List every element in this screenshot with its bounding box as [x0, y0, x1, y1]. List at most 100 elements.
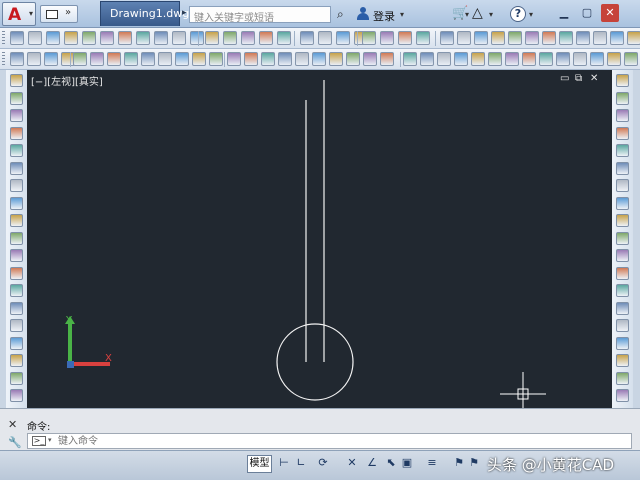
draw-tool-button-icon[interactable]	[10, 336, 23, 350]
binoculars-icon[interactable]: ⌕	[337, 7, 344, 22]
draw-tool-button-icon[interactable]	[10, 144, 23, 157]
modeling-tool-button-icon[interactable]	[610, 31, 624, 45]
view-tool-button-icon[interactable]	[141, 52, 155, 66]
chevron-down-icon[interactable]: ▾	[465, 10, 469, 19]
view-tool-button-icon[interactable]	[380, 52, 394, 66]
modeling-tool-button-icon[interactable]	[28, 31, 42, 45]
modeling-tool-button-icon[interactable]	[300, 31, 314, 45]
view-tool-button-icon[interactable]	[209, 52, 223, 66]
modeling-tool-button-icon[interactable]	[474, 31, 488, 45]
modeling-tool-button-icon[interactable]	[172, 31, 186, 45]
modeling-tool-button-icon[interactable]	[136, 31, 150, 45]
drawing-viewport[interactable]: [−][左视][真实] ▭ ⧉ ✕ Y X	[27, 70, 610, 408]
modeling-tool-button-icon[interactable]	[525, 31, 539, 45]
command-line[interactable]: >_ ▾	[27, 433, 632, 449]
help-button[interactable]: ?	[510, 6, 526, 22]
chevron-down-icon[interactable]: ▾	[489, 10, 493, 19]
view-tool-button-icon[interactable]	[607, 52, 621, 66]
modeling-tool-button-icon[interactable]	[457, 31, 471, 45]
view-tool-button-icon[interactable]	[27, 52, 41, 66]
view-tool-button-icon[interactable]	[346, 52, 360, 66]
view-tool-button-icon[interactable]	[107, 52, 121, 66]
close-icon[interactable]: ✕	[8, 418, 17, 431]
view-tool-button-icon[interactable]	[227, 52, 241, 66]
modify-tool-button-icon[interactable]	[616, 214, 629, 227]
wrench-icon[interactable]: 🔧	[8, 436, 22, 449]
close-icon[interactable]: ✕	[601, 4, 619, 22]
application-menu-button[interactable]: A ▾	[2, 2, 36, 26]
status-toggle-icon[interactable]: ⬉	[384, 456, 398, 470]
modeling-tool-button-icon[interactable]	[398, 31, 412, 45]
modify-tool-button-icon[interactable]	[616, 91, 629, 105]
toolbar-grip[interactable]	[2, 52, 5, 67]
view-tool-button-icon[interactable]	[312, 52, 326, 66]
modify-tool-button-icon[interactable]	[616, 389, 629, 402]
view-tool-button-icon[interactable]	[175, 52, 189, 66]
draw-tool-button-icon[interactable]	[10, 319, 23, 332]
modify-tool-button-icon[interactable]	[616, 336, 629, 350]
modeling-tool-button-icon[interactable]	[559, 31, 573, 45]
status-toggle-icon[interactable]: ⊢	[277, 456, 291, 470]
view-tool-button-icon[interactable]	[437, 52, 451, 66]
modeling-tool-button-icon[interactable]	[154, 31, 168, 45]
modeling-tool-button-icon[interactable]	[223, 31, 237, 45]
modify-tool-button-icon[interactable]	[616, 301, 629, 315]
modeling-tool-button-icon[interactable]	[362, 31, 376, 45]
modify-tool-button-icon[interactable]	[616, 109, 629, 122]
modify-tool-button-icon[interactable]	[616, 354, 629, 367]
command-input[interactable]	[58, 435, 618, 448]
view-tool-button-icon[interactable]	[261, 52, 275, 66]
draw-tool-button-icon[interactable]	[10, 109, 23, 122]
command-prompt-icon[interactable]: >_	[32, 436, 46, 446]
status-toggle-icon[interactable]: ⟳	[316, 456, 330, 470]
modeling-tool-button-icon[interactable]	[82, 31, 96, 45]
draw-tool-button-icon[interactable]	[10, 389, 23, 402]
view-tool-button-icon[interactable]	[124, 52, 138, 66]
modify-tool-button-icon[interactable]	[616, 231, 629, 245]
status-toggle-icon[interactable]: ∟	[294, 456, 308, 470]
draw-tool-button-icon[interactable]	[10, 266, 23, 280]
view-tool-button-icon[interactable]	[244, 52, 258, 66]
modeling-tool-button-icon[interactable]	[46, 31, 60, 45]
draw-tool-button-icon[interactable]	[10, 354, 23, 367]
modeling-tool-button-icon[interactable]	[508, 31, 522, 45]
view-tool-button-icon[interactable]	[454, 52, 468, 66]
draw-tool-button-icon[interactable]	[10, 249, 23, 262]
draw-tool-button-icon[interactable]	[10, 74, 23, 87]
view-tool-button-icon[interactable]	[278, 52, 292, 66]
drawn-circle[interactable]	[276, 323, 354, 401]
login-button[interactable]: 登录	[373, 8, 395, 24]
modeling-tool-button-icon[interactable]	[576, 31, 590, 45]
user-icon[interactable]	[357, 7, 369, 21]
modeling-tool-button-icon[interactable]	[190, 31, 204, 45]
view-tool-button-icon[interactable]	[44, 52, 58, 66]
status-toggle-icon[interactable]: ⚑	[467, 456, 481, 470]
draw-tool-button-icon[interactable]	[10, 214, 23, 227]
modeling-tool-button-icon[interactable]	[118, 31, 132, 45]
document-tab[interactable]: Drawing1.dwg	[100, 1, 189, 26]
view-tool-button-icon[interactable]	[90, 52, 104, 66]
modeling-tool-button-icon[interactable]	[627, 31, 640, 45]
view-tool-button-icon[interactable]	[420, 52, 434, 66]
modeling-tool-button-icon[interactable]	[593, 31, 607, 45]
toolbar-grip[interactable]	[2, 31, 5, 46]
view-tool-button-icon[interactable]	[505, 52, 519, 66]
modify-tool-button-icon[interactable]	[616, 196, 629, 210]
status-toggle-icon[interactable]: ▣	[400, 456, 414, 470]
view-tool-button-icon[interactable]	[488, 52, 502, 66]
modify-tool-button-icon[interactable]	[616, 266, 629, 280]
minimize-icon[interactable]: ▁	[555, 4, 573, 22]
autodesk-exchange-icon[interactable]: △	[472, 5, 483, 21]
view-tool-button-icon[interactable]	[329, 52, 343, 66]
view-tool-button-icon[interactable]	[471, 52, 485, 66]
modify-tool-button-icon[interactable]	[616, 144, 629, 157]
view-tool-button-icon[interactable]	[556, 52, 570, 66]
modify-tool-button-icon[interactable]	[616, 371, 629, 385]
double-chevron-right-icon[interactable]: »	[65, 7, 71, 18]
modeling-tool-button-icon[interactable]	[100, 31, 114, 45]
status-toggle-icon[interactable]: ⚑	[452, 456, 466, 470]
modeling-tool-button-icon[interactable]	[259, 31, 273, 45]
modeling-tool-button-icon[interactable]	[380, 31, 394, 45]
model-space-button[interactable]: 模型	[247, 455, 272, 473]
modeling-tool-button-icon[interactable]	[491, 31, 505, 45]
